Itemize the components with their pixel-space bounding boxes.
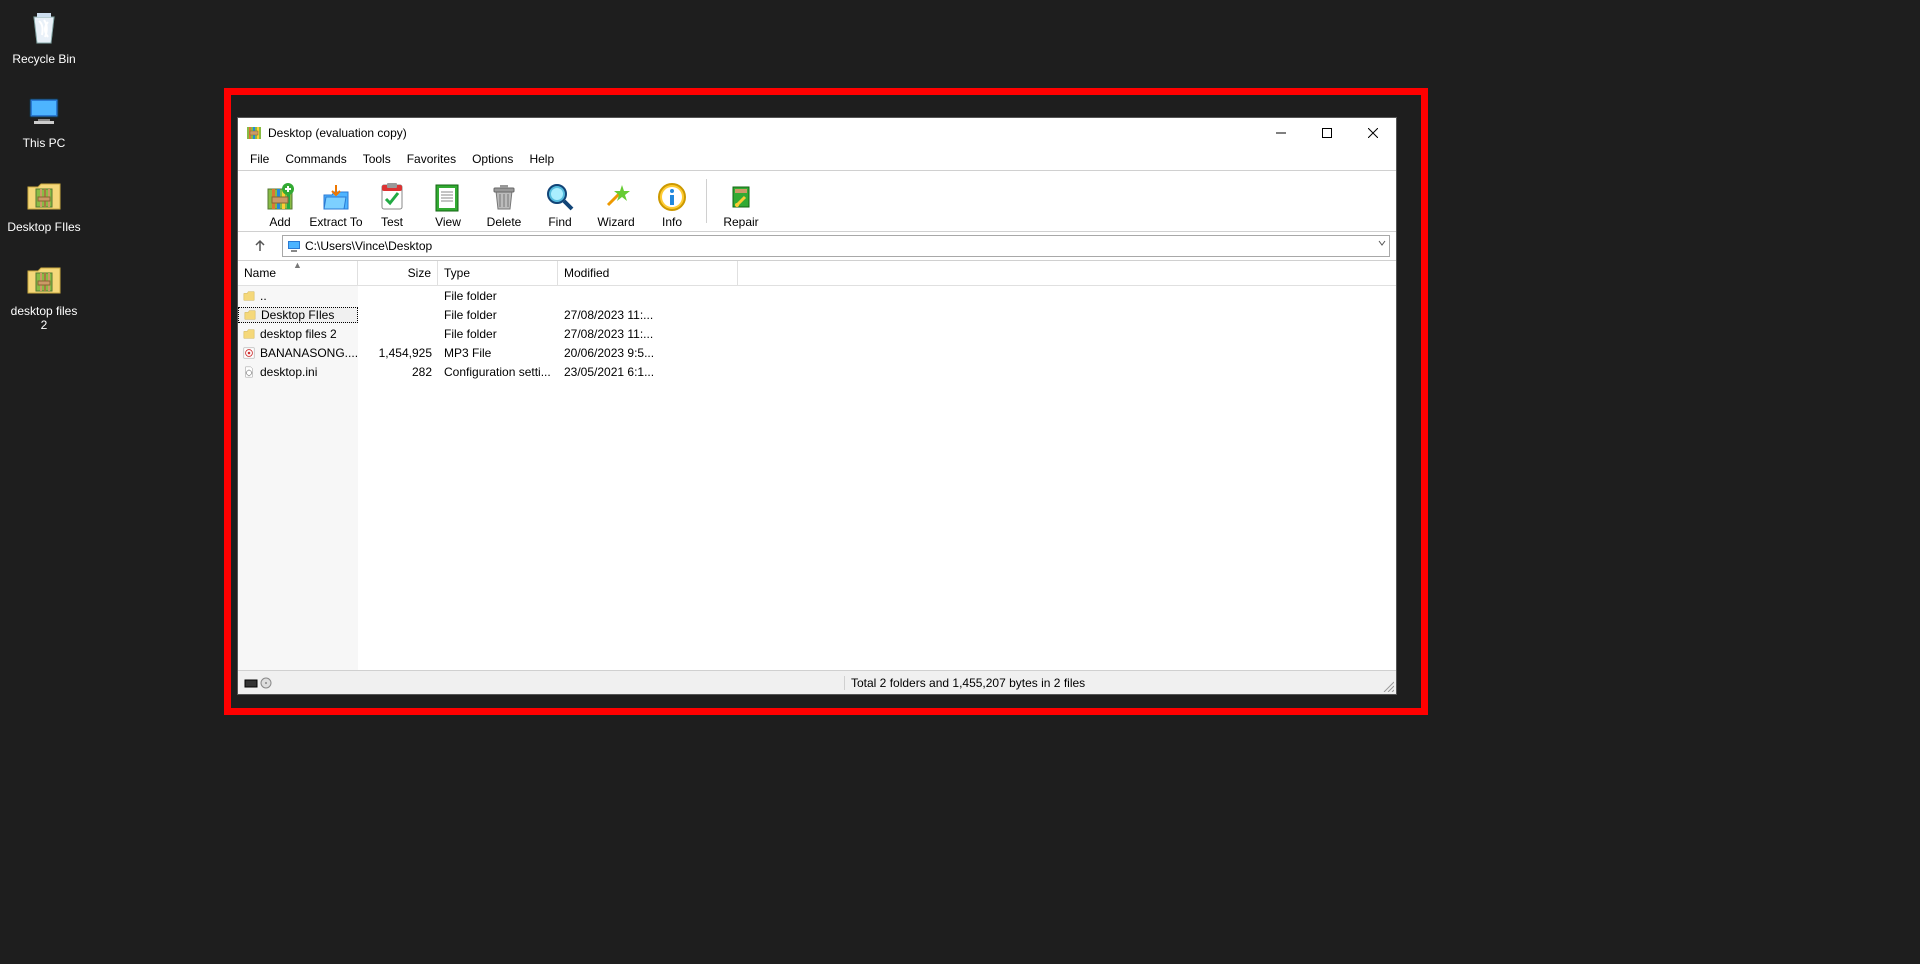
column-modified[interactable]: Modified [558, 261, 738, 285]
toolbar-extract-to[interactable]: Extract To [308, 173, 364, 229]
drive-icon [287, 239, 301, 253]
file-rows[interactable]: .. File folder Desktop FIles File folder… [238, 286, 1396, 670]
toolbar-label: View [435, 215, 461, 229]
toolbar-label: Find [548, 215, 571, 229]
status-bar: Total 2 folders and 1,455,207 bytes in 2… [238, 670, 1396, 694]
desktop-icon-label: This PC [23, 136, 66, 150]
file-list: Name▲ Size Type Modified .. File folder … [238, 261, 1396, 670]
file-row-desktop-files-2[interactable]: desktop files 2 File folder 27/08/2023 1… [238, 324, 1396, 343]
toolbar-label: Wizard [597, 215, 634, 229]
desktop-icon-label: Desktop FIles [7, 220, 80, 234]
ini-icon [242, 365, 256, 379]
column-name[interactable]: Name▲ [238, 261, 358, 285]
delete-icon [488, 181, 520, 213]
sort-arrow-icon: ▲ [293, 261, 302, 270]
file-row-bananasong[interactable]: BANANASONG.... 1,454,925 MP3 File 20/06/… [238, 343, 1396, 362]
menu-help[interactable]: Help [521, 150, 562, 168]
wizard-icon [600, 181, 632, 213]
maximize-button[interactable] [1304, 118, 1350, 148]
view-icon [432, 181, 464, 213]
this-pc-icon [23, 90, 65, 132]
titlebar[interactable]: Desktop (evaluation copy) [238, 118, 1396, 148]
toolbar-label: Info [662, 215, 682, 229]
desktop-icon-desktop-files[interactable]: Desktop FIles [6, 174, 82, 234]
toolbar-test[interactable]: Test [364, 173, 420, 229]
toolbar-separator [706, 179, 707, 223]
toolbar-info[interactable]: Info [644, 173, 700, 229]
desktop-icon-recycle-bin[interactable]: Recycle Bin [6, 6, 82, 66]
window-controls [1258, 118, 1396, 148]
menu-options[interactable]: Options [464, 150, 521, 168]
desktop-icons: Recycle Bin This PC Desktop FIles deskto… [6, 6, 82, 356]
column-type[interactable]: Type [438, 261, 558, 285]
minimize-button[interactable] [1258, 118, 1304, 148]
desktop-icon-label: desktop files 2 [6, 304, 82, 332]
repair-icon [725, 181, 757, 213]
toolbar-view[interactable]: View [420, 173, 476, 229]
file-row-desktop-ini[interactable]: desktop.ini 282 Configuration setti... 2… [238, 362, 1396, 381]
mp3-icon [242, 346, 256, 360]
window-title: Desktop (evaluation copy) [268, 126, 1258, 140]
folder-icon [243, 308, 257, 322]
status-left [238, 677, 844, 689]
archive-folder-icon [23, 258, 65, 300]
toolbar-delete[interactable]: Delete [476, 173, 532, 229]
toolbar-label: Delete [487, 215, 522, 229]
address-text: C:\Users\Vince\Desktop [305, 239, 432, 253]
toolbar-wizard[interactable]: Wizard [588, 173, 644, 229]
toolbar: Add Extract To Test View Delete Find Wiz… [238, 171, 1396, 232]
winrar-window: Desktop (evaluation copy) File Commands … [237, 117, 1397, 695]
desktop-icon-label: Recycle Bin [12, 52, 75, 66]
toolbar-label: Extract To [309, 215, 362, 229]
toolbar-label: Repair [723, 215, 758, 229]
winrar-app-icon [246, 125, 262, 141]
menu-favorites[interactable]: Favorites [399, 150, 464, 168]
archive-folder-icon [23, 174, 65, 216]
menu-commands[interactable]: Commands [277, 150, 354, 168]
disk-icon [244, 677, 272, 689]
address-bar: C:\Users\Vince\Desktop [238, 232, 1396, 261]
info-icon [656, 181, 688, 213]
toolbar-repair[interactable]: Repair [713, 173, 769, 229]
menubar: File Commands Tools Favorites Options He… [238, 148, 1396, 171]
file-row-desktop-files[interactable]: Desktop FIles File folder 27/08/2023 11:… [238, 305, 1396, 324]
column-size[interactable]: Size [358, 261, 438, 285]
add-icon [264, 181, 296, 213]
resize-grip[interactable] [1382, 680, 1394, 692]
column-headers: Name▲ Size Type Modified [238, 261, 1396, 286]
toolbar-find[interactable]: Find [532, 173, 588, 229]
address-field[interactable]: C:\Users\Vince\Desktop [282, 235, 1390, 257]
desktop-icon-this-pc[interactable]: This PC [6, 90, 82, 150]
test-icon [376, 181, 408, 213]
toolbar-label: Test [381, 215, 403, 229]
folder-icon [242, 327, 256, 341]
folder-icon [242, 289, 256, 303]
menu-tools[interactable]: Tools [355, 150, 399, 168]
find-icon [544, 181, 576, 213]
close-button[interactable] [1350, 118, 1396, 148]
up-button[interactable] [248, 235, 272, 257]
toolbar-label: Add [269, 215, 290, 229]
recycle-bin-icon [23, 6, 65, 48]
address-dropdown-icon[interactable] [1377, 238, 1387, 248]
file-row-parent[interactable]: .. File folder [238, 286, 1396, 305]
menu-file[interactable]: File [242, 150, 277, 168]
extract-icon [320, 181, 352, 213]
desktop-icon-desktop-files-2[interactable]: desktop files 2 [6, 258, 82, 332]
toolbar-add[interactable]: Add [252, 173, 308, 229]
status-right: Total 2 folders and 1,455,207 bytes in 2… [844, 676, 1396, 690]
